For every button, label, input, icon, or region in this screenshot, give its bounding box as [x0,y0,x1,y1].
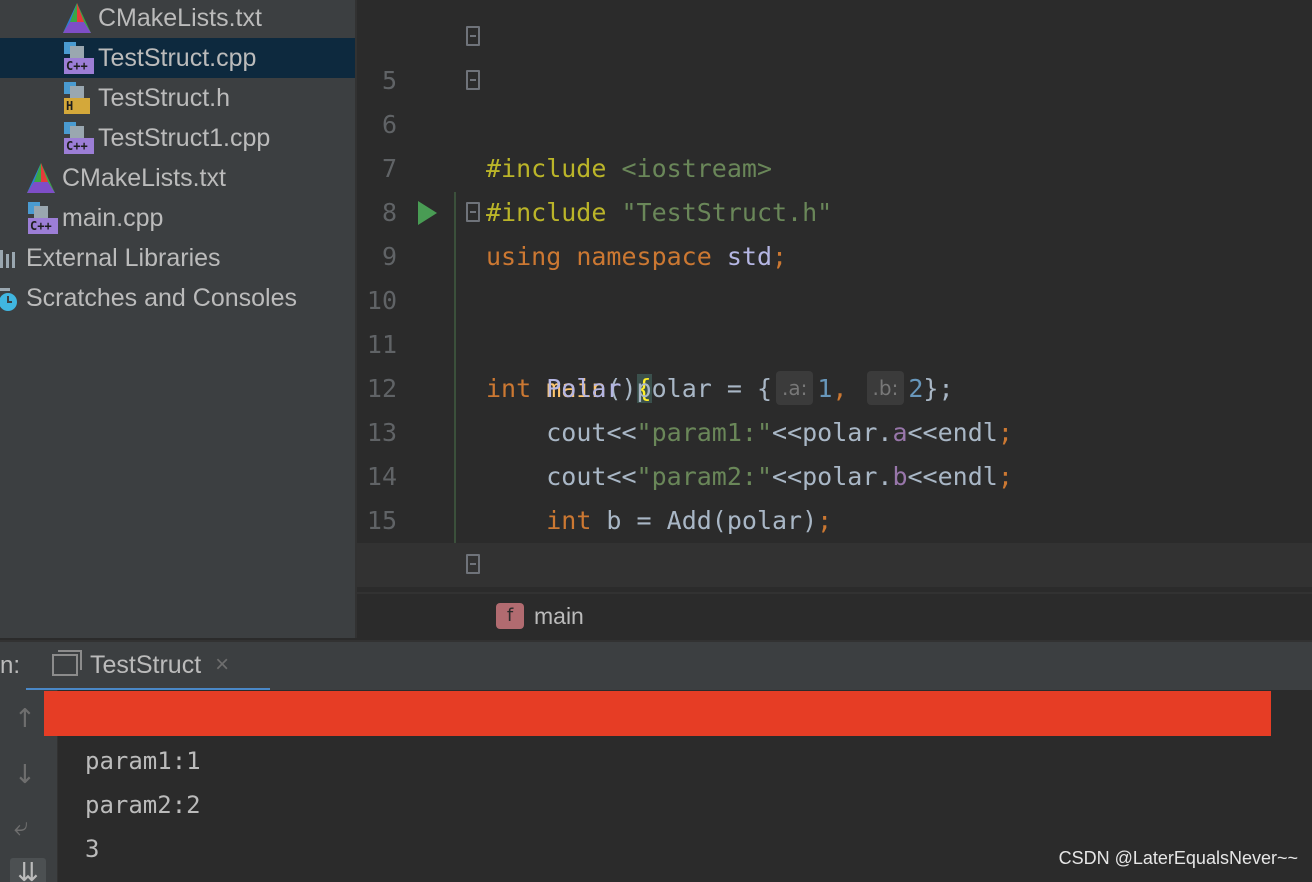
tree-item-cmakelists-1[interactable]: CMakeLists.txt [62,0,262,38]
tree-item-label: TestStruct.cpp [98,44,257,72]
arrow-up-icon[interactable]: ↑ [14,704,36,734]
tree-item-main-cpp[interactable]: C++ main.cpp [26,198,163,238]
code-line-6[interactable]: 6 #include "TestStruct.h" [357,59,1312,227]
run-tab-bar: n: TestStruct × [0,640,1312,692]
cmake-icon [62,2,92,34]
tree-item-label: TestStruct1.cpp [98,124,271,152]
code-line-9[interactable]: 9 int main(){ [357,191,1312,403]
project-tree: CMakeLists.txt C++ TestStruct.cpp H Test… [0,0,356,638]
arrow-down-icon[interactable]: ↓ [14,760,36,790]
tree-item-teststruct1-cpp[interactable]: C++ TestStruct1.cpp [62,118,270,158]
header-file-icon: H [62,82,92,114]
tree-item-label: TestStruct.h [98,84,230,112]
fold-icon[interactable] [466,70,480,90]
libraries-icon [0,242,20,274]
tree-item-cmakelists-2[interactable]: CMakeLists.txt [26,158,226,198]
cpp-file-icon: C++ [26,202,58,234]
soft-wrap-icon[interactable]: ⤶ [14,812,29,843]
redacted-bar [44,691,1271,736]
cpp-file-icon: C++ [62,122,94,154]
tree-item-teststruct-cpp[interactable]: C++ TestStruct.cpp [0,38,356,78]
code-line-5[interactable]: 5 #include <iostream> [357,15,1312,183]
fold-icon[interactable] [466,202,480,222]
code-line-12[interactable]: 12 cout<<"param1:"<<polar.a<<endl; [357,323,1312,447]
tab-teststruct[interactable]: TestStruct × [26,642,270,692]
function-icon: f [496,603,524,629]
tab-label: TestStruct [90,650,202,679]
tree-item-label: main.cpp [62,204,164,232]
run-window-label: n: [0,652,21,679]
scroll-to-end-icon[interactable]: ⇊ [10,858,46,882]
tree-item-scratches[interactable]: Scratches and Consoles [0,278,297,318]
tree-item-label: External Libraries [26,244,221,272]
console-output-line: 3 [85,835,100,863]
close-icon[interactable]: × [215,651,229,679]
scratches-icon [0,282,20,314]
code-line-16[interactable]: 16 return 0; [357,499,1312,623]
code-line-13[interactable]: 13 cout<<"param2:"<<polar.b<<endl; [357,367,1312,491]
run-console[interactable]: ↑ ↓ ⤶ ⇊ param1:1 param2:2 3 CSDN @LaterE… [0,690,1312,882]
code-line-15[interactable]: 15 cout<<b<<endl; [357,455,1312,579]
console-output-line: param1:1 [85,747,201,775]
code-line-7[interactable]: 7 [357,103,1312,183]
breadcrumb: f main [357,592,1312,638]
breadcrumb-function[interactable]: main [534,603,584,630]
code-line-17[interactable]: 17 } [357,543,1312,711]
tree-item-external-libraries[interactable]: External Libraries [0,238,221,278]
run-icon[interactable] [418,201,437,225]
tree-item-label: CMakeLists.txt [98,4,262,32]
code-line-11[interactable]: 11 Polar polar = {.a: 1, .b: 2}; [357,279,1312,405]
tree-item-label: CMakeLists.txt [62,164,226,192]
code-line-8[interactable]: 8 using namespace std; [357,147,1312,271]
fold-icon[interactable] [466,26,480,46]
console-icon [52,650,82,676]
console-output-line: param2:2 [85,791,201,819]
cpp-file-icon: C++ [62,42,94,74]
fold-icon[interactable] [466,554,480,574]
cmake-icon [26,162,56,194]
code-line-10[interactable]: 10 [357,235,1312,315]
tree-item-label: Scratches and Consoles [26,284,297,312]
tree-item-teststruct-h[interactable]: H TestStruct.h [62,78,230,118]
code-line-14[interactable]: 14 int b = Add(polar); [357,411,1312,535]
watermark: CSDN @LaterEqualsNever~~ [1058,848,1298,868]
